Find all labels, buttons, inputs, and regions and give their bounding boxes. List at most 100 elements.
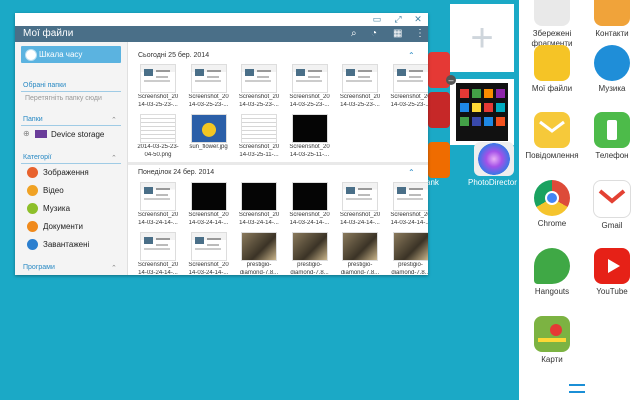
app-youtube[interactable]: YouTube bbox=[583, 248, 640, 297]
bg-app-icon bbox=[428, 142, 450, 178]
file-thumbnail bbox=[291, 182, 328, 211]
phone-icon bbox=[594, 112, 630, 148]
file-item[interactable]: prestigio-diamond-7.8... bbox=[335, 232, 385, 275]
timeline-button[interactable]: Шкала часу bbox=[21, 46, 121, 63]
app-folder[interactable]: Мої файли bbox=[523, 45, 581, 94]
app-hangouts[interactable]: Hangouts bbox=[523, 248, 581, 297]
contacts-icon bbox=[594, 0, 630, 26]
youtube-icon bbox=[594, 248, 630, 284]
file-name: Screenshot_20 bbox=[238, 212, 280, 218]
file-item[interactable]: Screenshot_20 14-03-25-11-... bbox=[234, 114, 284, 159]
app-maps[interactable]: Карти bbox=[523, 316, 581, 365]
file-name: Screenshot_20 bbox=[137, 212, 179, 218]
chevron-up-icon[interactable]: ⌃ bbox=[111, 116, 117, 124]
file-item[interactable]: Screenshot_20 14-03-25-23-... bbox=[285, 64, 335, 109]
date-group-header: Сьогодні 25 бер. 2014 bbox=[138, 52, 210, 59]
file-name: diamond-7.8... bbox=[239, 270, 279, 275]
file-thumbnail bbox=[241, 232, 277, 261]
app-messages[interactable]: Повідомлення bbox=[523, 112, 581, 161]
folders-header: Папки bbox=[23, 116, 43, 123]
expand-icon[interactable]: ⊕ bbox=[23, 129, 30, 138]
app-music[interactable]: Музика bbox=[583, 45, 640, 94]
download-icon bbox=[27, 239, 38, 250]
more-menu-icon[interactable]: ⋮ bbox=[415, 28, 425, 40]
app-label: YouTube bbox=[596, 287, 628, 296]
file-item[interactable]: Screenshot_20 14-03-25-11-... bbox=[285, 114, 335, 159]
file-name: 14-03-24-14-... bbox=[188, 270, 229, 275]
device-storage-item[interactable]: ⊕ Device storage bbox=[23, 128, 121, 142]
app-chrome[interactable]: Chrome bbox=[523, 180, 581, 229]
file-thumbnail bbox=[392, 64, 428, 93]
date-group-header: Понеділок 24 бер. 2014 bbox=[138, 169, 215, 176]
file-item[interactable]: Screenshot_20 14-03-24-14-... bbox=[184, 232, 234, 275]
category-images[interactable]: Зображення bbox=[25, 166, 121, 180]
close-icon[interactable]: ✕ bbox=[413, 15, 423, 24]
file-item[interactable]: Screenshot_20 14-03-24-14-... bbox=[133, 182, 183, 227]
app-phone[interactable]: Телефон bbox=[583, 112, 640, 161]
file-item[interactable]: 2014-03-25-23- 04-50.png bbox=[133, 114, 183, 159]
file-name: Screenshot_20 bbox=[339, 212, 381, 218]
add-window-button[interactable]: + bbox=[450, 4, 514, 72]
file-item[interactable]: Screenshot_20 14-03-24-14-... bbox=[285, 182, 335, 227]
file-thumbnail bbox=[392, 182, 428, 211]
clock-icon bbox=[25, 49, 37, 61]
file-item[interactable]: Screenshot_20 14-03-25-23-... bbox=[234, 64, 284, 109]
category-label: Документи bbox=[43, 222, 83, 231]
tray-handle-icon[interactable] bbox=[569, 384, 585, 393]
file-name: Screenshot_20 bbox=[238, 94, 280, 100]
search-icon[interactable]: ⌕ bbox=[351, 28, 357, 40]
file-item[interactable]: prestigio-diamond-7.8... bbox=[285, 232, 335, 275]
file-item[interactable]: Screenshot_20 14-03-25-23-... bbox=[184, 64, 234, 109]
photodirector-icon[interactable] bbox=[474, 142, 514, 176]
file-item[interactable]: Screenshot_20 14-03-24-14-... bbox=[184, 182, 234, 227]
chevron-up-icon[interactable]: ⌃ bbox=[408, 168, 415, 177]
chevron-up-icon[interactable]: ⌃ bbox=[111, 154, 117, 162]
file-item[interactable]: prestigio-diamond-7.8... bbox=[234, 232, 284, 275]
app-gmail[interactable]: Gmail bbox=[583, 180, 640, 231]
file-name: 04-50.png bbox=[144, 152, 172, 158]
file-item[interactable]: sun_flower.jpg bbox=[184, 114, 234, 152]
file-item[interactable]: Screenshot_20 14-03-24-14-... bbox=[386, 182, 428, 227]
bg-app-icon bbox=[428, 92, 450, 128]
chrome-icon bbox=[534, 180, 570, 216]
file-item[interactable]: Screenshot_20 14-03-25-23-... bbox=[386, 64, 428, 109]
app-scrapbook[interactable]: Збережені фрагменти bbox=[523, 0, 581, 49]
file-name: Screenshot_20 bbox=[390, 212, 428, 218]
file-item[interactable]: prestigio-diamond-7.8... bbox=[386, 232, 428, 275]
category-documents[interactable]: Документи bbox=[25, 220, 121, 234]
file-name: sun_flower.jpg bbox=[189, 144, 228, 150]
category-video[interactable]: Відео bbox=[25, 184, 121, 198]
minimize-icon[interactable]: ▭ bbox=[372, 15, 382, 24]
file-name: 14-03-25-23-... bbox=[340, 102, 380, 108]
chevron-up-icon[interactable]: ⌃ bbox=[408, 51, 415, 60]
category-music[interactable]: Музика bbox=[25, 202, 121, 216]
maximize-icon[interactable]: ⤢ bbox=[393, 15, 403, 24]
window-title: Мої файли bbox=[23, 28, 74, 39]
file-item[interactable]: Screenshot_20 14-03-24-14-... bbox=[133, 232, 183, 275]
chevron-up-icon[interactable]: ⌃ bbox=[111, 264, 117, 272]
document-icon bbox=[27, 221, 38, 232]
category-label: Зображення bbox=[43, 168, 89, 177]
history-icon[interactable]: ◔ bbox=[371, 28, 377, 40]
file-thumbnail bbox=[190, 232, 227, 261]
file-thumbnail bbox=[241, 114, 277, 143]
file-item[interactable]: Screenshot_20 14-03-25-23-... bbox=[133, 64, 183, 109]
file-name: Screenshot_20 bbox=[137, 262, 179, 268]
images-icon bbox=[27, 167, 38, 178]
file-name: diamond-7.8... bbox=[290, 270, 329, 275]
file-name: prestigio- bbox=[347, 262, 373, 268]
grid-view-icon[interactable]: ▦ bbox=[393, 28, 402, 40]
file-item[interactable]: Screenshot_20 14-03-24-14-... bbox=[234, 182, 284, 227]
recent-app-thumbnail[interactable]: – bbox=[446, 75, 514, 145]
app-contacts[interactable]: Контакти bbox=[583, 0, 640, 39]
category-label: Відео bbox=[43, 186, 64, 195]
file-name: 14-03-24-14-... bbox=[289, 220, 330, 226]
file-name: Screenshot_20 bbox=[238, 144, 280, 150]
file-item[interactable]: Screenshot_20 14-03-24-14-... bbox=[335, 182, 385, 227]
category-downloads[interactable]: Завантажені bbox=[25, 238, 121, 252]
file-item[interactable]: Screenshot_20 14-03-25-23-... bbox=[335, 64, 385, 109]
file-name: Screenshot_20 bbox=[188, 262, 229, 268]
close-icon[interactable]: – bbox=[446, 75, 456, 85]
file-name: Screenshot_20 bbox=[188, 94, 229, 100]
app-label: Музика bbox=[598, 84, 626, 93]
